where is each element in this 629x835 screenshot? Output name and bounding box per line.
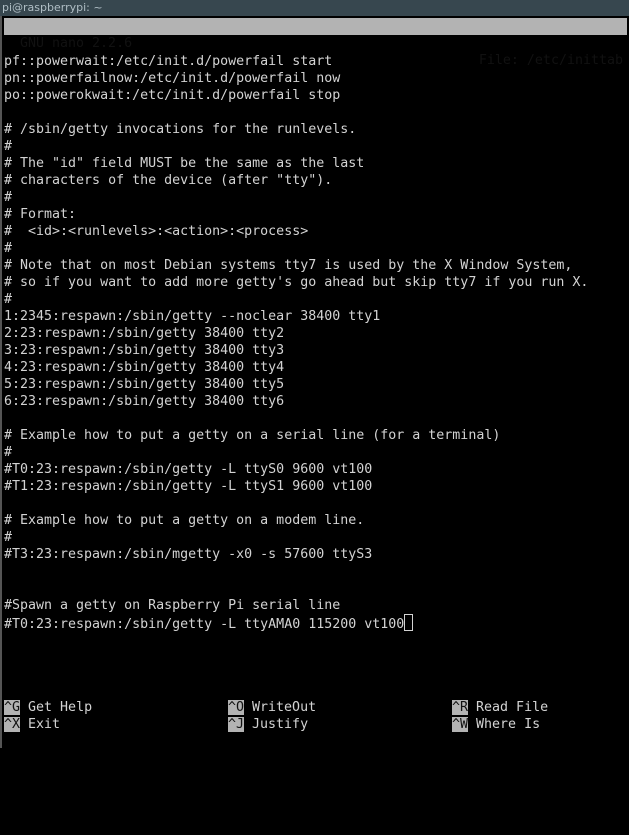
- line-text: # Note that on most Debian systems tty7 …: [4, 258, 573, 273]
- text-line: #: [4, 138, 588, 155]
- line-text: #T0:23:respawn:/sbin/getty -L ttyS0 9600…: [4, 462, 373, 477]
- line-text: # Example how to put a getty on a serial…: [4, 428, 501, 443]
- text-line: 6:23:respawn:/sbin/getty 38400 tty6: [4, 393, 588, 410]
- text-line: [4, 410, 588, 427]
- line-text: pn::powerfailnow:/etc/init.d/powerfail n…: [4, 71, 341, 86]
- line-text: # The "id" field MUST be the same as the…: [4, 156, 365, 171]
- text-line: 3:23:respawn:/sbin/getty 38400 tty3: [4, 342, 588, 359]
- shortcut-get-help[interactable]: ^G Get Help: [4, 699, 92, 716]
- line-text: # <id>:<runlevels>:<action>:<process>: [4, 224, 309, 239]
- line-text: #T3:23:respawn:/sbin/mgetty -x0 -s 57600…: [4, 547, 373, 562]
- nano-header: GNU nano 2.2.6 File: /etc/inittab: [4, 18, 627, 68]
- text-line: # The "id" field MUST be the same as the…: [4, 155, 588, 172]
- line-text: #Spawn a getty on Raspberry Pi serial li…: [4, 598, 341, 613]
- line-text: 3:23:respawn:/sbin/getty 38400 tty3: [4, 343, 285, 358]
- line-text: #: [4, 241, 13, 256]
- text-line: #: [4, 291, 588, 308]
- text-line: #: [4, 444, 588, 461]
- text-line: #T3:23:respawn:/sbin/mgetty -x0 -s 57600…: [4, 546, 588, 563]
- line-text: pf::powerwait:/etc/init.d/powerfail star…: [4, 54, 333, 69]
- line-text: # /sbin/getty invocations for the runlev…: [4, 122, 357, 137]
- line-text: #T1:23:respawn:/sbin/getty -L ttyS1 9600…: [4, 479, 373, 494]
- nano-version: GNU nano 2.2.6: [20, 36, 133, 51]
- text-line: # characters of the device (after "tty")…: [4, 172, 588, 189]
- line-text: 2:23:respawn:/sbin/getty 38400 tty2: [4, 326, 285, 341]
- line-text: # Format:: [4, 207, 77, 222]
- text-line: 2:23:respawn:/sbin/getty 38400 tty2: [4, 325, 588, 342]
- text-line: #Spawn a getty on Raspberry Pi serial li…: [4, 597, 588, 614]
- text-line: [4, 495, 588, 512]
- line-text: #: [4, 530, 13, 545]
- line-text: 6:23:respawn:/sbin/getty 38400 tty6: [4, 394, 285, 409]
- text-line: pf::powerwait:/etc/init.d/powerfail star…: [4, 53, 588, 70]
- text-cursor: [404, 614, 414, 631]
- line-text: # Example how to put a getty on a modem …: [4, 513, 365, 528]
- shortcut-exit[interactable]: ^X Exit: [4, 716, 60, 733]
- text-line: [4, 104, 588, 121]
- text-line: po::powerokwait:/etc/init.d/powerfail st…: [4, 87, 588, 104]
- text-line: 1:2345:respawn:/sbin/getty --noclear 384…: [4, 308, 588, 325]
- shortcut-where-is[interactable]: ^W Where Is: [452, 716, 540, 733]
- line-text: po::powerokwait:/etc/init.d/powerfail st…: [4, 88, 341, 103]
- shortcut-justify[interactable]: ^J Justify: [228, 716, 308, 733]
- text-line: [4, 580, 588, 597]
- text-line: #: [4, 529, 588, 546]
- text-line: # Format:: [4, 206, 588, 223]
- text-line: #T0:23:respawn:/sbin/getty -L ttyS0 9600…: [4, 461, 588, 478]
- text-line: # Example how to put a getty on a modem …: [4, 512, 588, 529]
- shortcut-read-file[interactable]: ^R Read File: [452, 699, 548, 716]
- text-line: #: [4, 189, 588, 206]
- text-line: pn::powerfailnow:/etc/init.d/powerfail n…: [4, 70, 588, 87]
- line-text: #: [4, 139, 13, 154]
- line-text: #: [4, 292, 13, 307]
- line-text: # so if you want to add more getty's go …: [4, 275, 589, 290]
- shortcut-writeout[interactable]: ^O WriteOut: [228, 699, 316, 716]
- shortcut-bar: ^G Get Help ^O WriteOut ^R Read File ^X …: [4, 699, 627, 835]
- text-line: # Example how to put a getty on a serial…: [4, 427, 588, 444]
- text-line: # /sbin/getty invocations for the runlev…: [4, 121, 588, 138]
- line-text: 1:2345:respawn:/sbin/getty --noclear 384…: [4, 309, 381, 324]
- terminal[interactable]: GNU nano 2.2.6 File: /etc/inittab pf::po…: [0, 16, 629, 748]
- line-text: #T0:23:respawn:/sbin/getty -L ttyAMA0 11…: [4, 617, 405, 632]
- text-line: #T1:23:respawn:/sbin/getty -L ttyS1 9600…: [4, 478, 588, 495]
- text-line: # Note that on most Debian systems tty7 …: [4, 257, 588, 274]
- window-title: pi@raspberrypi: ~: [2, 1, 103, 14]
- line-text: 4:23:respawn:/sbin/getty 38400 tty4: [4, 360, 285, 375]
- editor-text-area[interactable]: pf::powerwait:/etc/init.d/powerfail star…: [4, 53, 588, 632]
- text-line: # <id>:<runlevels>:<action>:<process>: [4, 223, 588, 240]
- line-text: #: [4, 445, 13, 460]
- text-line: # so if you want to add more getty's go …: [4, 274, 588, 291]
- text-line: [4, 563, 588, 580]
- text-line: #: [4, 240, 588, 257]
- text-line: #T0:23:respawn:/sbin/getty -L ttyAMA0 11…: [4, 614, 588, 632]
- line-text: 5:23:respawn:/sbin/getty 38400 tty5: [4, 377, 285, 392]
- line-text: # characters of the device (after "tty")…: [4, 173, 333, 188]
- text-line: 5:23:respawn:/sbin/getty 38400 tty5: [4, 376, 588, 393]
- line-text: #: [4, 190, 13, 205]
- text-line: 4:23:respawn:/sbin/getty 38400 tty4: [4, 359, 588, 376]
- window-title-bar: pi@raspberrypi: ~: [0, 0, 629, 16]
